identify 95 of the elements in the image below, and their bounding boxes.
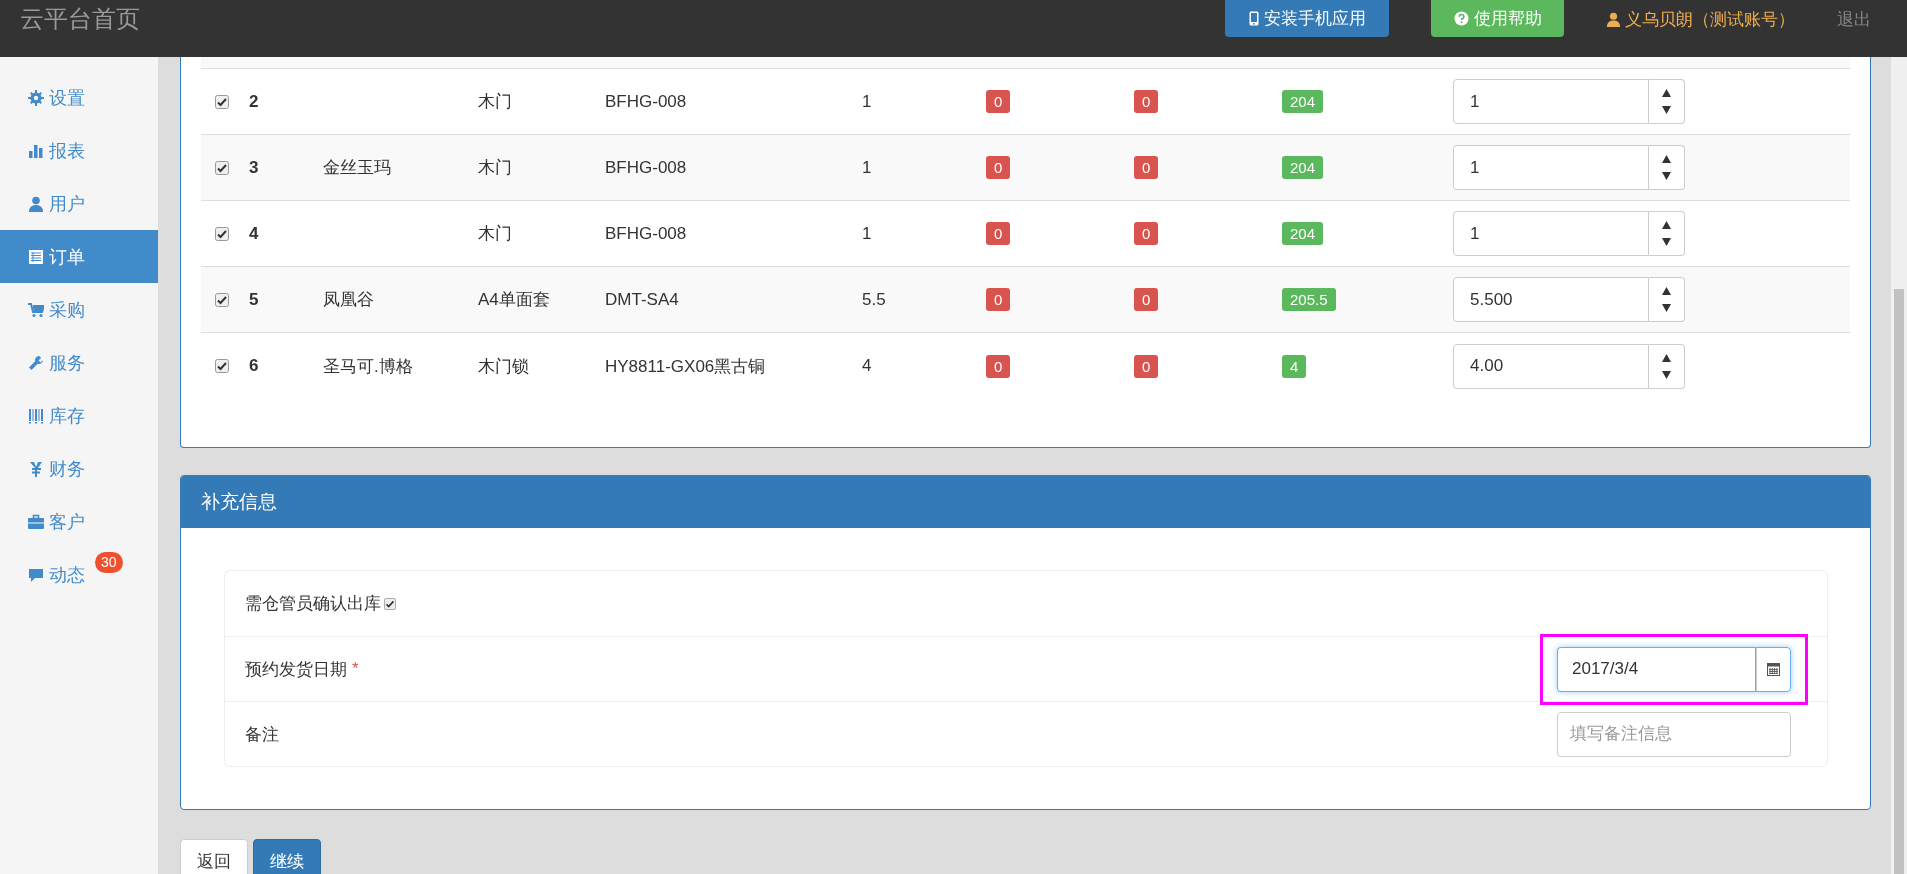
table-cell: 3 <box>249 157 259 178</box>
table-cell: BFHG-008 <box>605 91 687 112</box>
table-cell-text: 圣马可.博格 <box>323 355 413 378</box>
calendar-button[interactable] <box>1755 646 1791 692</box>
sidebar-item[interactable]: 动态 30 <box>0 548 158 601</box>
table-cell: 1 <box>862 157 872 178</box>
field-label: 备注 <box>245 723 279 746</box>
number-field[interactable]: 5.500 <box>1453 277 1649 322</box>
number-field[interactable]: 4.00 <box>1453 343 1649 389</box>
phone-icon <box>1248 11 1259 26</box>
table-cell: BFHG-008 <box>605 223 687 244</box>
table-cell: 4 <box>862 356 872 376</box>
wrench-icon <box>28 354 44 371</box>
count-label: 0 <box>986 222 1011 245</box>
count-label: 204 <box>1282 156 1324 179</box>
spin-buttons[interactable] <box>1649 211 1685 256</box>
count-label: 0 <box>1134 354 1159 378</box>
spin-buttons[interactable] <box>1649 277 1685 322</box>
table-cell: 6 <box>249 356 259 376</box>
briefcase-icon <box>28 513 44 530</box>
remark-field[interactable]: 填写备注信息 <box>1557 711 1791 757</box>
table-cell-text: HY8811-GX06黑古铜 <box>605 355 766 378</box>
count-label: 0 <box>1134 156 1159 179</box>
row-checkbox[interactable] <box>215 359 229 373</box>
header-button[interactable]: 使用帮助 <box>1431 0 1564 37</box>
table-cell-text: 木门 <box>478 223 512 245</box>
sidebar-item[interactable]: 客户 <box>0 495 158 548</box>
count-label: 204 <box>1282 222 1324 245</box>
action-button[interactable]: 返回 <box>180 839 248 874</box>
table-cell-text: 凤凰谷 <box>323 289 374 311</box>
count-label: 204 <box>1282 90 1324 113</box>
calendar-icon <box>1766 662 1780 676</box>
action-button[interactable]: 继续 <box>253 839 321 874</box>
number-field[interactable]: 1 <box>1453 145 1649 190</box>
number-field[interactable]: 1 <box>1453 79 1649 124</box>
bar-chart-icon <box>28 142 44 159</box>
cart-icon <box>28 301 44 318</box>
user-link[interactable]: 义乌贝朗（测试账号） <box>1606 8 1795 31</box>
count-label: 4 <box>1282 354 1307 378</box>
barcode-icon <box>28 407 44 424</box>
table-cell-text: 木门锁 <box>478 355 529 378</box>
spin-buttons[interactable] <box>1649 343 1685 389</box>
row-checkbox[interactable] <box>215 226 229 241</box>
sidebar-item[interactable]: 财务 <box>0 442 158 495</box>
count-label: 0 <box>1134 90 1159 113</box>
table-cell: BFHG-008 <box>605 157 687 178</box>
table-cell-text: 金丝玉玛 <box>323 157 391 179</box>
table-cell-text: 木门 <box>478 157 512 179</box>
yen-icon <box>28 460 44 477</box>
table-cell: 4 <box>249 223 259 244</box>
confirm-checkbox[interactable] <box>384 597 396 610</box>
required-mark: * <box>352 659 359 679</box>
user-icon <box>28 195 44 212</box>
date-field[interactable]: 2017/3/4 <box>1557 646 1755 692</box>
sidebar-item[interactable]: 采购 <box>0 283 158 336</box>
field-label: 需仓管员确认出库 <box>245 593 381 615</box>
count-label: 0 <box>986 288 1011 311</box>
count-label: 0 <box>986 354 1011 378</box>
gear-icon <box>28 89 44 106</box>
count-label: 0 <box>986 156 1011 179</box>
number-field[interactable]: 1 <box>1453 211 1649 256</box>
sidebar-item[interactable]: 用户 <box>0 177 158 230</box>
logout-link[interactable]: 退出 <box>1837 8 1871 31</box>
row-checkbox[interactable] <box>215 94 229 109</box>
panel-title: 补充信息 <box>201 490 277 514</box>
spin-buttons[interactable] <box>1649 79 1685 124</box>
row-checkbox[interactable] <box>215 292 229 307</box>
table-cell: 5 <box>249 289 259 310</box>
count-label: 0 <box>1134 222 1159 245</box>
sidebar-item[interactable]: 订单 <box>0 230 158 283</box>
user-icon <box>1606 12 1621 27</box>
sidebar-item[interactable]: 库存 <box>0 389 158 442</box>
field-label: 预约发货日期 <box>245 658 347 681</box>
speech-bubble-icon <box>28 566 44 583</box>
row-checkbox[interactable] <box>215 160 229 175</box>
site-title[interactable]: 云平台首页 <box>20 3 140 35</box>
table-cell-text: 木门 <box>478 91 512 113</box>
table-cell: 1 <box>862 223 872 244</box>
count-label: 0 <box>986 90 1011 113</box>
scrollbar[interactable] <box>1891 57 1907 874</box>
sidebar-item[interactable]: 服务 <box>0 336 158 389</box>
notification-badge: 30 <box>95 552 123 573</box>
spin-buttons[interactable] <box>1649 145 1685 190</box>
table-cell: 2 <box>249 91 259 112</box>
count-label: 0 <box>1134 288 1159 311</box>
table-cell: 5.5 <box>862 289 886 310</box>
count-label: 205.5 <box>1282 288 1336 311</box>
table-cell: 1 <box>862 91 872 112</box>
table-cell-text: A4单面套 <box>478 289 550 311</box>
list-icon <box>28 248 44 265</box>
header-button[interactable]: 安装手机应用 <box>1225 0 1389 37</box>
sidebar-item[interactable]: 报表 <box>0 124 158 177</box>
table-cell: DMT-SA4 <box>605 289 679 310</box>
sidebar-item[interactable]: 设置 <box>0 71 158 124</box>
help-icon <box>1453 11 1469 26</box>
